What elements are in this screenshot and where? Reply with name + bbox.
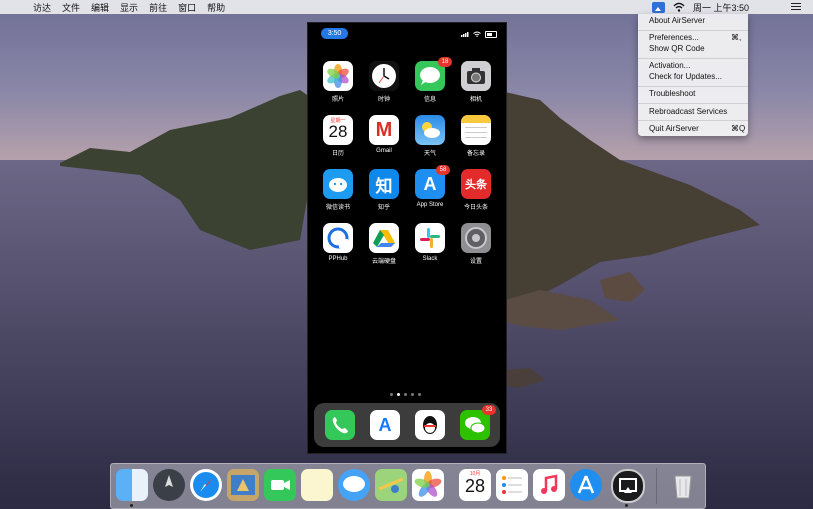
cellular-signal-icon <box>461 32 469 37</box>
menu-item-activation[interactable]: Activation... <box>649 61 690 71</box>
menu-item-quit[interactable]: Quit AirServer ⌘Q <box>649 124 745 134</box>
page-dot <box>397 393 400 396</box>
app-label: 天气 <box>423 151 436 157</box>
wifi-icon[interactable] <box>673 2 685 12</box>
menu-window[interactable]: 窗口 <box>178 1 196 14</box>
menu-item-preferences[interactable]: Preferences... ⌘, <box>649 33 741 43</box>
mac-dock: 10月 28 <box>110 463 706 509</box>
mail-icon[interactable] <box>227 469 259 501</box>
app-label: 备忘录 <box>466 151 485 157</box>
finder-icon[interactable] <box>116 469 148 501</box>
app-store-icon[interactable] <box>570 469 602 501</box>
trash-icon[interactable] <box>667 469 699 501</box>
facetime-icon[interactable] <box>264 469 296 501</box>
wechat-read-icon[interactable] <box>323 169 353 199</box>
safari-icon[interactable] <box>190 469 222 501</box>
slack-icon[interactable] <box>415 223 445 253</box>
camera-icon[interactable] <box>461 61 491 91</box>
app-label: Gmail <box>376 148 392 154</box>
zhihu-icon[interactable]: 知 <box>369 169 399 199</box>
maps-icon[interactable] <box>375 469 407 501</box>
app-label: Slack <box>422 256 438 262</box>
reminders-icon[interactable] <box>496 469 528 501</box>
weather-icon[interactable] <box>415 115 445 145</box>
menu-help[interactable]: 帮助 <box>207 1 225 14</box>
settings-icon[interactable] <box>461 223 491 253</box>
menu-item-check-updates[interactable]: Check for Updates... <box>649 72 722 82</box>
calendar-icon[interactable]: 星期一 28 <box>323 115 353 145</box>
menu-item-rebroadcast[interactable]: Rebroadcast Services <box>649 107 727 117</box>
menu-item-about[interactable]: About AirServer <box>649 16 705 26</box>
status-time: 3:50 <box>321 28 348 39</box>
notification-badge: 33 <box>482 405 496 415</box>
app-label: App Store <box>416 202 444 208</box>
menu-edit[interactable]: 编辑 <box>91 1 109 14</box>
app-label: 知乎 <box>377 205 390 211</box>
menu-view[interactable]: 显示 <box>120 1 138 14</box>
toutiao-icon[interactable]: 头条 <box>461 169 491 199</box>
app-label: 日历 <box>331 151 344 157</box>
photos-icon[interactable] <box>323 61 353 91</box>
qq-icon[interactable] <box>415 410 445 440</box>
menu-separator <box>638 120 748 121</box>
airserver-mirror-window[interactable]: 3:50 照片 时钟 18 信息 相机 星期一 28 日历 M Gmail 天气… <box>307 22 507 454</box>
messages-icon[interactable] <box>338 469 370 501</box>
pphub-icon[interactable] <box>323 223 353 253</box>
menu-separator <box>638 30 748 31</box>
app-label: 时钟 <box>377 97 390 103</box>
photos-icon[interactable] <box>412 469 444 501</box>
gmail-icon[interactable]: M <box>369 115 399 145</box>
google-drive-icon[interactable] <box>369 223 399 253</box>
page-dot <box>390 393 393 396</box>
app-label: PPHub <box>328 256 348 262</box>
alipay-icon[interactable]: A <box>370 410 400 440</box>
phone-wifi-icon <box>473 31 481 37</box>
menu-item-show-qr[interactable]: Show QR Code <box>649 44 705 54</box>
battery-icon <box>485 31 497 38</box>
menu-separator <box>638 58 748 59</box>
music-icon[interactable] <box>533 469 565 501</box>
airserver-icon[interactable] <box>651 1 665 13</box>
clock-icon[interactable] <box>369 61 399 91</box>
menu-go[interactable]: 前往 <box>149 1 167 14</box>
phone-dock: A 33 <box>314 403 500 447</box>
launchpad-icon[interactable] <box>153 469 185 501</box>
notification-badge: 18 <box>438 57 452 67</box>
menu-separator <box>638 86 748 87</box>
running-indicator <box>625 504 628 507</box>
app-label: 今日头条 <box>463 205 488 211</box>
airserver-icon[interactable] <box>611 469 645 503</box>
phone-icon[interactable] <box>325 410 355 440</box>
calendar-day: 28 <box>464 476 486 496</box>
running-indicator <box>130 504 133 507</box>
notification-badge: 58 <box>436 165 450 175</box>
menu-item-troubleshoot[interactable]: Troubleshoot <box>649 89 695 99</box>
app-label: 照片 <box>331 97 344 103</box>
menu-clock[interactable]: 周一 上午3:50 <box>693 1 749 14</box>
page-dot <box>404 393 407 396</box>
airserver-menu: About AirServer Preferences... ⌘, Show QR… <box>638 14 748 136</box>
calendar-day: 28 <box>328 122 348 141</box>
page-dot <box>411 393 414 396</box>
app-label: 微信读书 <box>325 205 350 211</box>
menu-finder[interactable]: 访达 <box>33 1 51 14</box>
dock-divider <box>656 468 657 504</box>
app-label: 信息 <box>423 97 436 103</box>
app-label: 设置 <box>469 259 482 265</box>
notification-list-icon[interactable] <box>791 3 801 11</box>
page-indicator[interactable] <box>390 393 424 397</box>
notes-icon[interactable] <box>301 469 333 501</box>
menu-bar: 访达 文件 编辑 显示 前往 窗口 帮助 周一 上午3:50 <box>0 0 813 14</box>
app-label: 相机 <box>469 97 482 103</box>
page-dot <box>418 393 421 396</box>
app-label: 云端硬盘 <box>371 259 396 265</box>
menu-separator <box>638 103 748 104</box>
menu-file[interactable]: 文件 <box>62 1 80 14</box>
notes-icon[interactable] <box>461 115 491 145</box>
calendar-icon[interactable]: 10月 28 <box>459 469 491 501</box>
